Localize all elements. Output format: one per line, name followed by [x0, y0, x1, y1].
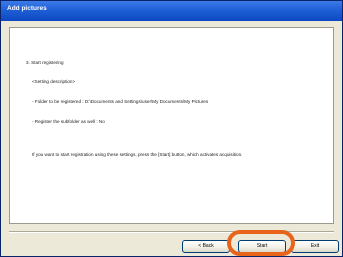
folder-to-register-text: - Folder to be registered : D:\Documents… [32, 99, 209, 104]
instruction-text: If you want to start registration using … [32, 152, 243, 157]
title-bar[interactable]: Add pictures [1, 1, 342, 21]
register-subfolder-text: - Register the subfolder as well : No [32, 119, 105, 124]
content-panel [9, 27, 334, 224]
settings-description-label: <Setting description> [32, 79, 76, 84]
add-pictures-dialog: Add pictures 3. Start registering <Setti… [0, 0, 343, 257]
button-separator [9, 231, 334, 233]
start-button[interactable]: Start [238, 240, 286, 253]
back-button[interactable]: < Back [182, 240, 230, 253]
window-title: Add pictures [7, 5, 47, 12]
exit-button[interactable]: Exit [291, 240, 339, 253]
step-heading: 3. Start registering [26, 60, 64, 65]
